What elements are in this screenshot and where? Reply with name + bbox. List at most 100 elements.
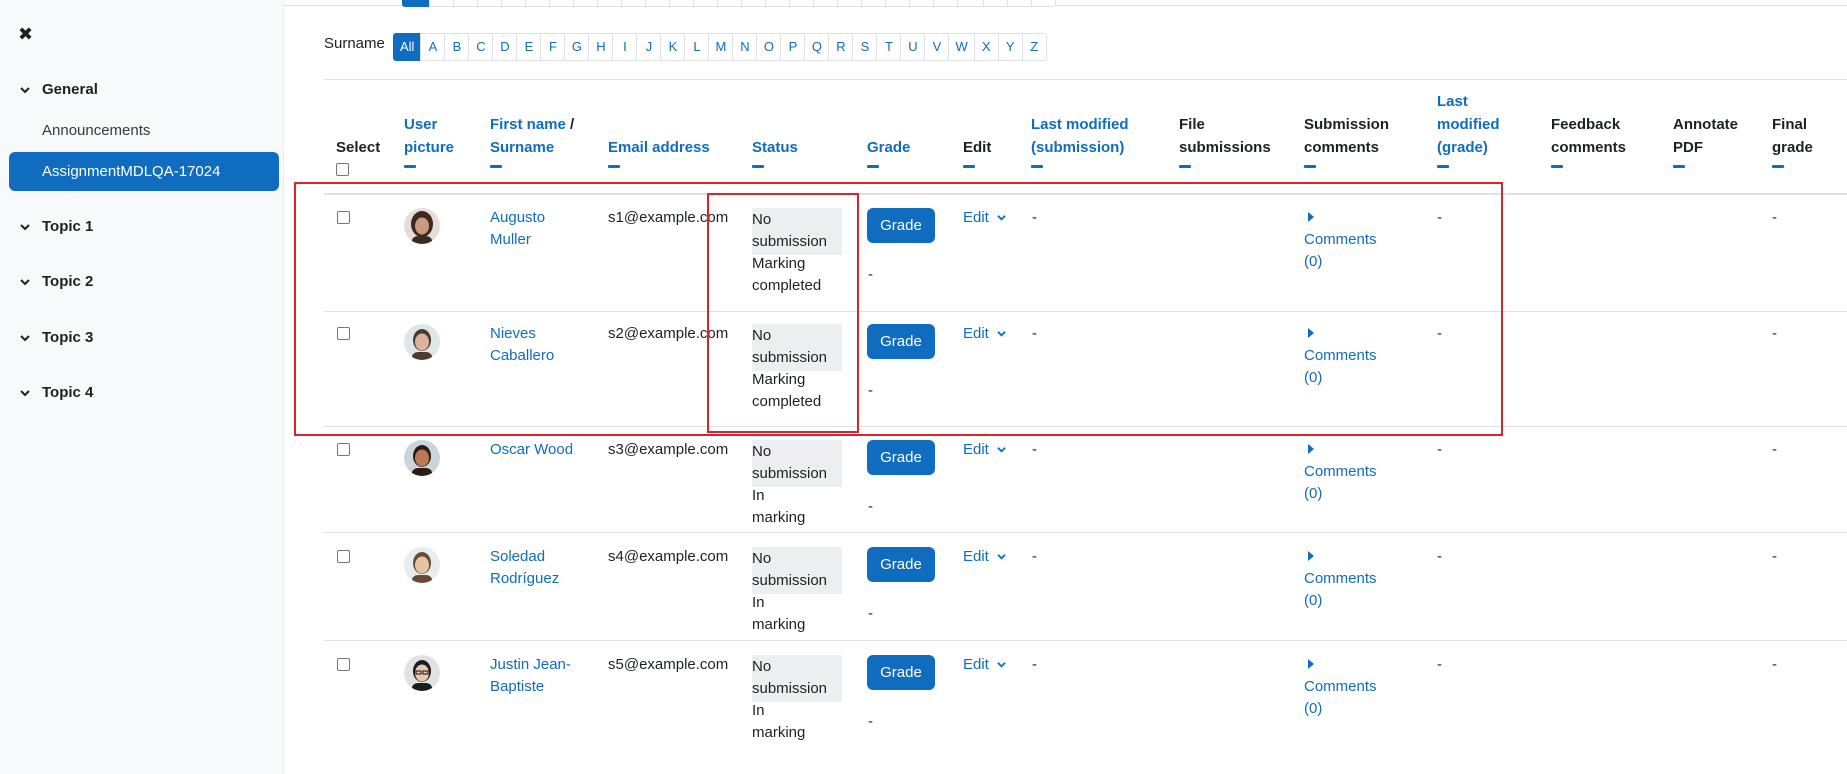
surname-letter-o[interactable]: O [756,33,782,61]
firstname-letter-h[interactable]: H [597,0,623,7]
surname-letter-w[interactable]: W [948,33,975,61]
firstname-letter-g[interactable]: G [573,0,599,7]
collapse-column-icon[interactable] [963,165,975,168]
firstname-letter-d[interactable]: D [501,0,527,7]
grade-button[interactable]: Grade [867,208,935,243]
submission-comments-link[interactable]: Comments (0) [1304,546,1377,612]
collapse-column-icon[interactable] [1179,165,1191,168]
firstname-letter-w[interactable]: W [957,0,984,7]
grade-button[interactable]: Grade [867,655,935,690]
firstname-letter-k[interactable]: K [669,0,695,7]
surname-letter-f[interactable]: F [540,33,566,61]
edit-menu-button[interactable]: Edit [963,546,1006,568]
collapse-column-icon[interactable] [490,165,502,168]
sidebar-item-announcements[interactable]: Announcements [42,122,150,139]
firstname-letter-b[interactable]: B [453,0,479,7]
header-email[interactable]: Email address [608,136,710,168]
edit-menu-button[interactable]: Edit [963,654,1006,676]
select-all-checkbox[interactable] [336,163,349,176]
submission-comments-link[interactable]: Comments (0) [1304,323,1377,389]
surname-letter-g[interactable]: G [564,33,590,61]
row-select-checkbox[interactable] [337,443,350,456]
edit-menu-button[interactable]: Edit [963,439,1006,461]
header-status[interactable]: Status [752,136,798,168]
surname-letter-j[interactable]: J [636,33,662,61]
edit-menu-button[interactable]: Edit [963,323,1006,345]
close-drawer-icon[interactable]: ✖ [18,24,33,45]
collapse-column-icon[interactable] [1437,165,1449,168]
firstname-letter-m[interactable]: M [717,0,743,7]
section-topic-2[interactable]: Topic 2 [20,273,93,290]
surname-letter-p[interactable]: P [780,33,806,61]
surname-letter-x[interactable]: X [973,33,999,61]
surname-letter-u[interactable]: U [900,33,926,61]
section-topic-3[interactable]: Topic 3 [20,329,93,346]
firstname-letter-all[interactable]: All [402,0,431,7]
firstname-letter-e[interactable]: E [525,0,551,7]
firstname-letter-x[interactable]: X [982,0,1008,7]
student-name-link[interactable]: Oscar Wood [490,439,600,461]
firstname-letter-a[interactable]: A [429,0,455,7]
collapse-column-icon[interactable] [752,165,764,168]
section-general[interactable]: General [20,81,98,98]
student-name-link[interactable]: Justin Jean- Baptiste [490,654,600,698]
firstname-letter-f[interactable]: F [549,0,575,7]
collapse-column-icon[interactable] [608,165,620,168]
surname-letter-y[interactable]: Y [997,33,1023,61]
section-topic-1[interactable]: Topic 1 [20,218,93,235]
firstname-letter-c[interactable]: C [477,0,503,7]
surname-letter-a[interactable]: A [420,33,446,61]
grade-button[interactable]: Grade [867,324,935,359]
row-select-checkbox[interactable] [337,211,350,224]
surname-letter-b[interactable]: B [444,33,470,61]
firstname-letter-u[interactable]: U [909,0,935,7]
row-select-checkbox[interactable] [337,327,350,340]
collapse-column-icon[interactable] [1031,165,1043,168]
header-user-picture[interactable]: User picture [404,113,454,168]
firstname-letter-q[interactable]: Q [813,0,839,7]
surname-letter-n[interactable]: N [732,33,758,61]
firstname-letter-y[interactable]: Y [1006,0,1032,7]
surname-letter-r[interactable]: R [828,33,854,61]
sort-surname-link[interactable]: Surname [490,136,574,159]
firstname-letter-t[interactable]: T [885,0,911,7]
firstname-letter-j[interactable]: J [645,0,671,7]
surname-letter-l[interactable]: L [684,33,710,61]
firstname-letter-i[interactable]: I [621,0,647,7]
surname-letter-e[interactable]: E [516,33,542,61]
header-last-modified-grade[interactable]: Last modified (grade) [1437,90,1500,168]
grade-button[interactable]: Grade [867,547,935,582]
surname-letter-h[interactable]: H [588,33,614,61]
submission-comments-link[interactable]: Comments (0) [1304,207,1377,273]
surname-letter-d[interactable]: D [492,33,518,61]
sort-firstname-link[interactable]: First name [490,116,566,133]
student-name-link[interactable]: Augusto Muller [490,207,600,251]
surname-letter-i[interactable]: I [612,33,638,61]
firstname-letter-l[interactable]: L [693,0,719,7]
firstname-letter-p[interactable]: P [789,0,815,7]
header-grade[interactable]: Grade [867,136,910,168]
collapse-column-icon[interactable] [1772,165,1784,168]
collapse-column-icon[interactable] [1551,165,1563,168]
collapse-column-icon[interactable] [867,165,879,168]
student-name-link[interactable]: Soledad Rodríguez [490,546,600,590]
firstname-letter-z[interactable]: Z [1030,0,1056,7]
surname-letter-s[interactable]: S [852,33,878,61]
firstname-letter-o[interactable]: O [765,0,791,7]
edit-menu-button[interactable]: Edit [963,207,1006,229]
row-select-checkbox[interactable] [337,550,350,563]
collapse-column-icon[interactable] [404,165,416,168]
student-name-link[interactable]: Nieves Caballero [490,323,600,367]
surname-letter-all[interactable]: All [393,33,422,61]
surname-letter-z[interactable]: Z [1021,33,1047,61]
surname-letter-q[interactable]: Q [804,33,830,61]
firstname-letter-v[interactable]: V [933,0,959,7]
submission-comments-link[interactable]: Comments (0) [1304,654,1377,720]
surname-letter-t[interactable]: T [876,33,902,61]
grade-button[interactable]: Grade [867,440,935,475]
firstname-letter-r[interactable]: R [837,0,863,7]
collapse-column-icon[interactable] [1304,165,1316,168]
section-topic-4[interactable]: Topic 4 [20,384,93,401]
header-last-modified-submission[interactable]: Last modified (submission) [1031,113,1129,168]
surname-letter-m[interactable]: M [708,33,734,61]
